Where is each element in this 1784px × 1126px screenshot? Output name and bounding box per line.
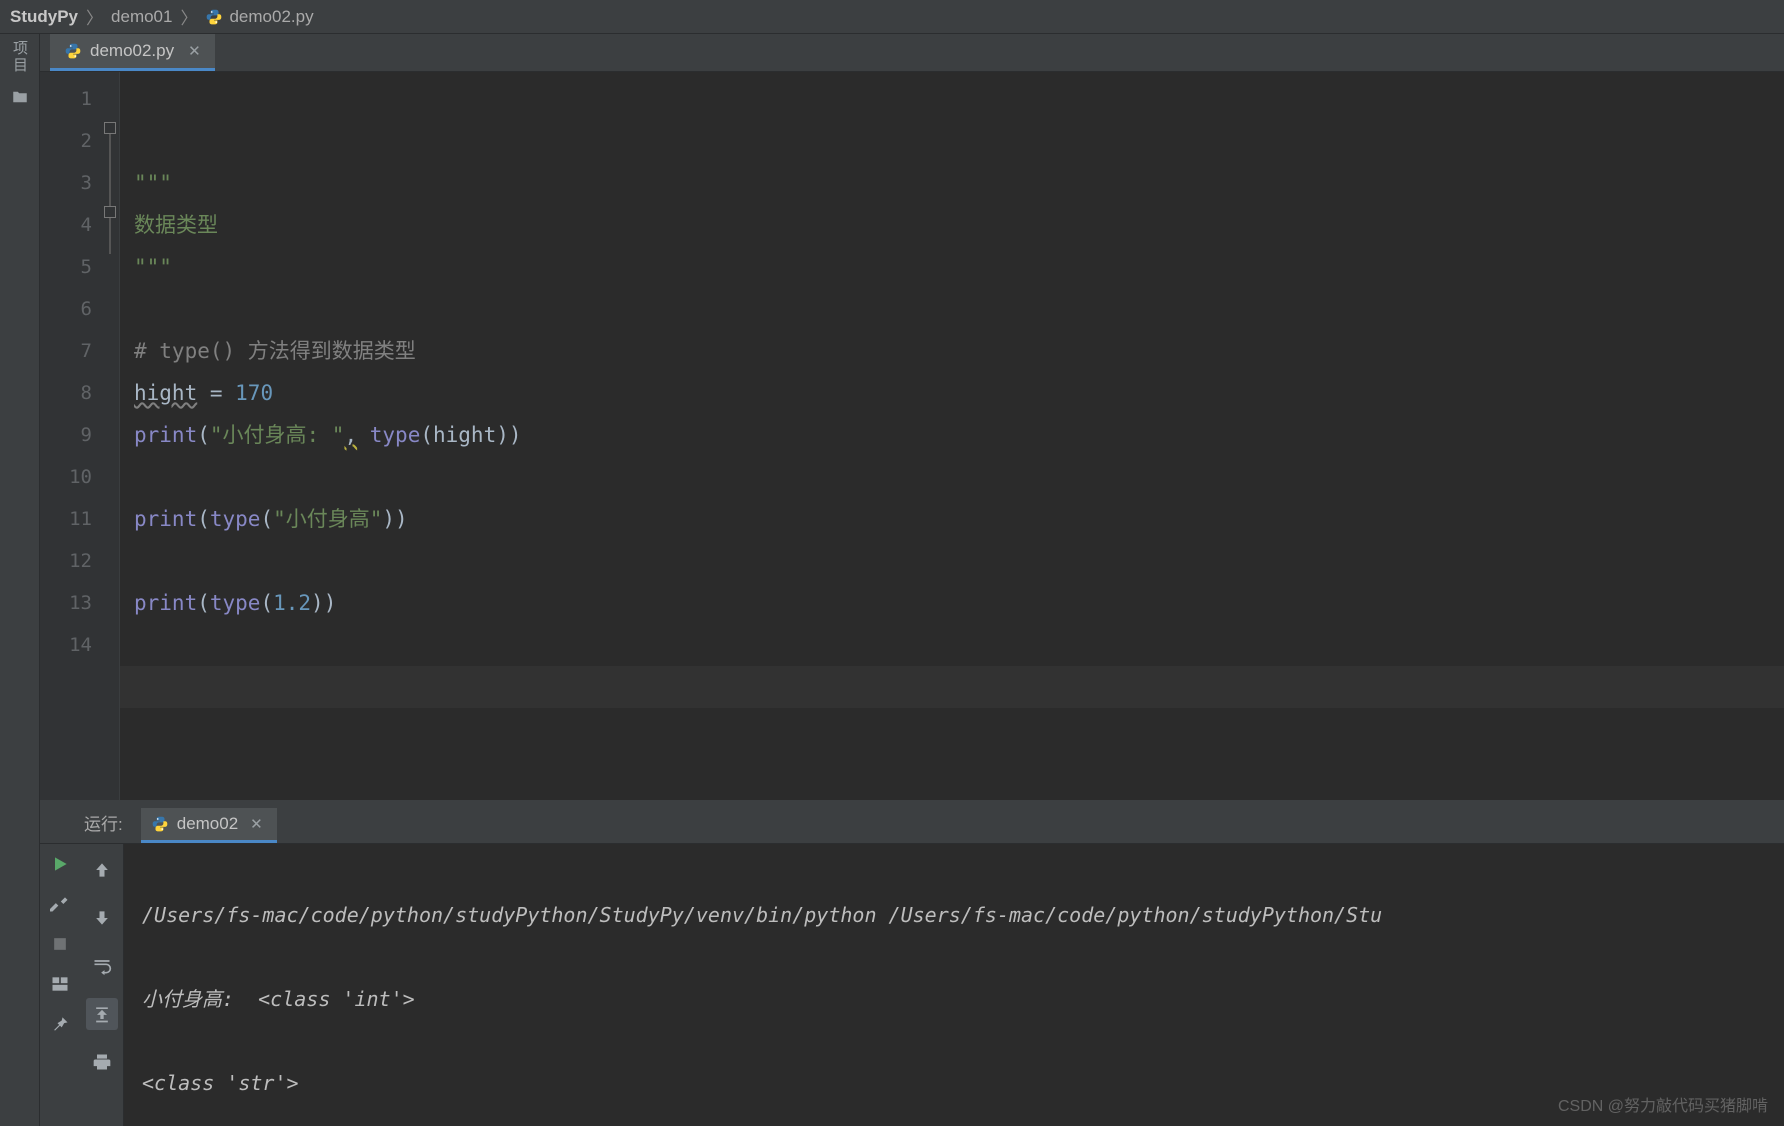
run-panel-title: 运行: [84,810,123,843]
python-file-icon [64,42,82,60]
stop-icon[interactable] [50,934,70,954]
editor-tabs: demo02.py ✕ [40,34,1784,72]
up-arrow-icon[interactable] [86,854,118,886]
run-panel: 运行: demo02 ✕ [40,806,1784,1126]
breadcrumb-folder[interactable]: demo01 [111,7,172,27]
print-icon[interactable] [86,1046,118,1078]
folder-icon[interactable] [9,88,31,106]
tab-demo02[interactable]: demo02.py ✕ [50,34,215,71]
wrench-icon[interactable] [50,894,70,914]
console-output[interactable]: /Users/fs-mac/code/python/studyPython/St… [124,844,1784,1126]
run-tab-label: demo02 [177,814,238,834]
tab-label: demo02.py [90,41,174,61]
watermark: CSDN @努力敲代码买猪脚啃 [1558,1092,1768,1116]
run-controls-primary [40,844,80,1126]
fold-marker-icon[interactable] [104,206,116,218]
line-number-gutter: 1 2 3 4 5 6 7 8 9 10 11 12 13 14 [40,72,102,800]
run-panel-header: 运行: demo02 ✕ [40,806,1784,844]
breadcrumb-project[interactable]: StudyPy [10,7,78,27]
chevron-right-icon: 〉 [86,4,103,29]
rerun-icon[interactable] [50,854,70,874]
python-file-icon [151,815,169,833]
run-tab-demo02[interactable]: demo02 ✕ [141,808,277,843]
down-arrow-icon[interactable] [86,902,118,934]
soft-wrap-icon[interactable] [86,950,118,982]
python-file-icon [205,8,223,26]
breadcrumb-file-label: demo02.py [229,7,313,27]
pin-icon[interactable] [50,1014,70,1034]
run-controls-secondary [80,844,124,1126]
code-editor[interactable]: 1 2 3 4 5 6 7 8 9 10 11 12 13 14 [40,72,1784,800]
current-line [120,666,1784,708]
chevron-right-icon: 〉 [180,4,197,29]
breadcrumb: StudyPy 〉 demo01 〉 demo02.py [0,0,1784,34]
breadcrumb-file[interactable]: demo02.py [205,7,313,27]
layout-icon[interactable] [50,974,70,994]
fold-marker-icon[interactable] [104,122,116,134]
close-icon[interactable]: ✕ [188,42,201,60]
scroll-to-end-icon[interactable] [86,998,118,1030]
sidebar-project-label[interactable]: 项目 [9,40,30,74]
code-area[interactable]: """ 数据类型 """ # type() 方法得到数据类型 hight = 1… [120,72,1784,800]
tool-gutter-left: 项目 [0,34,40,1126]
fold-gutter [102,72,120,800]
close-icon[interactable]: ✕ [250,815,263,833]
